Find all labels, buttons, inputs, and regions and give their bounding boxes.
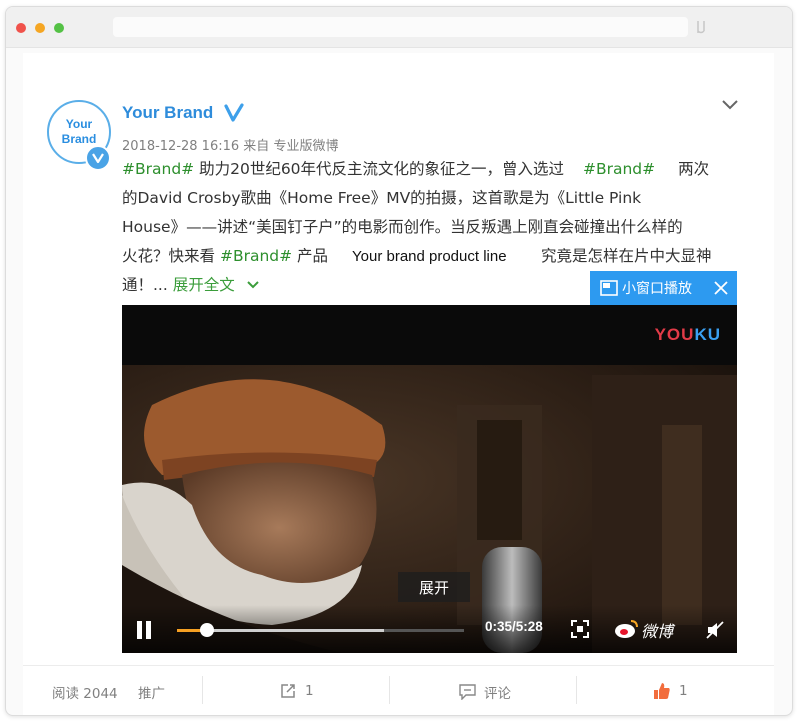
body-text: House》——讲述“美国钉子户”的电影而创作。当反叛遇上刚直会碰撞出什么样的 [122, 218, 683, 236]
video-top-bar: YOUKU [122, 305, 737, 365]
hashtag-link[interactable]: #Brand# [583, 160, 655, 178]
maximize-window-dot[interactable] [54, 23, 64, 33]
comment-button[interactable]: 评论 [459, 682, 511, 702]
weibo-label: 微博 [641, 622, 674, 641]
mini-window-icon[interactable] [600, 280, 618, 296]
share-button[interactable]: 1 [279, 682, 314, 700]
progress-bar[interactable] [177, 623, 464, 637]
chevron-down-icon[interactable] [721, 98, 739, 112]
video-controls: 0:35/5:28 微博 [122, 605, 737, 653]
video-player[interactable]: YOUKU 展开 0:35/5:28 微博 [122, 305, 737, 653]
body-line-2: 的David Crosby歌曲《Home Free》MV的拍摄，这首歌是为《Li… [122, 184, 742, 213]
body-line-3: House》——讲述“美国钉子户”的电影而创作。当反叛遇上刚直会碰撞出什么样的 [122, 213, 742, 242]
close-window-dot[interactable] [16, 23, 26, 33]
post-date[interactable]: 2018-12-28 16:16 [122, 139, 239, 154]
weibo-post-card: Your Brand Your Brand 2018-12-28 16:16 来… [23, 53, 774, 715]
body-text: 究竟是怎样在片中大显神 [541, 247, 712, 265]
divider [576, 676, 577, 704]
mini-player-bar: 小窗口播放 [590, 271, 737, 305]
title-bar [6, 7, 792, 48]
mute-icon[interactable] [706, 621, 724, 639]
post-footer: 阅读 2044 推广 1 评论 1 [23, 665, 774, 715]
body-text: 两次 [678, 160, 710, 178]
body-text: 的David Crosby歌曲《Home Free》MV的拍摄，这首歌是为《Li… [122, 189, 642, 207]
share-count: 1 [305, 683, 314, 699]
hashtag-link[interactable]: #Brand# [220, 247, 292, 265]
username-link[interactable]: Your Brand [122, 103, 213, 123]
like-button[interactable]: 1 [653, 682, 688, 700]
body-text: 通！... [122, 276, 168, 294]
thumbs-up-icon [654, 683, 670, 699]
hashtag-link[interactable]: #Brand# [122, 160, 194, 178]
body-line-1: #Brand# 助力20世纪60年代反主流文化的象征之一，曾入选过 #Brand… [122, 155, 742, 184]
like-count: 1 [679, 683, 688, 699]
reload-icon[interactable] [694, 17, 708, 37]
divider [389, 676, 390, 704]
post-source[interactable]: 专业版微博 [273, 139, 338, 154]
expand-overlay-button[interactable]: 展开 [398, 572, 470, 602]
progress-knob[interactable] [200, 623, 215, 637]
avatar-label: Your Brand [61, 117, 97, 146]
expand-full-text-link[interactable]: 展开全文 [173, 276, 235, 294]
body-text: 产品 [297, 247, 329, 265]
read-count-label: 阅读 2044 [52, 686, 118, 702]
body-text: 助力20世纪60年代反主流文化的象征之一，曾入选过 [199, 160, 565, 178]
share-icon [281, 684, 295, 698]
verified-v-icon [224, 103, 244, 122]
weibo-logo-icon[interactable] [614, 618, 640, 640]
body-text: 火花？快来看 [122, 247, 216, 265]
brand-product-line-label: Your brand product line [346, 242, 513, 271]
comment-icon [459, 684, 476, 700]
verified-badge-icon [85, 145, 111, 171]
playback-time: 0:35/5:28 [485, 619, 543, 634]
chevron-down-icon[interactable] [246, 280, 260, 290]
promote-button[interactable]: 推广 [138, 682, 165, 702]
address-bar[interactable] [113, 17, 688, 37]
divider [202, 676, 203, 704]
promote-label: 推广 [138, 686, 165, 702]
close-icon[interactable] [714, 281, 728, 295]
fullscreen-icon[interactable] [571, 620, 589, 638]
source-prefix: 来自 [243, 139, 270, 154]
minimize-window-dot[interactable] [35, 23, 45, 33]
browser-window: Your Brand Your Brand 2018-12-28 16:16 来… [5, 6, 793, 716]
youku-logo: YOUKU [654, 325, 721, 344]
post-meta: 2018-12-28 16:16 来自 专业版微博 [122, 135, 338, 154]
comment-label: 评论 [484, 686, 511, 702]
read-count: 阅读 2044 [52, 682, 118, 702]
pause-icon[interactable] [136, 621, 152, 639]
body-line-4: 火花？快来看 #Brand# 产品 Your brand product lin… [122, 242, 742, 271]
mini-player-button[interactable]: 小窗口播放 [622, 278, 692, 298]
